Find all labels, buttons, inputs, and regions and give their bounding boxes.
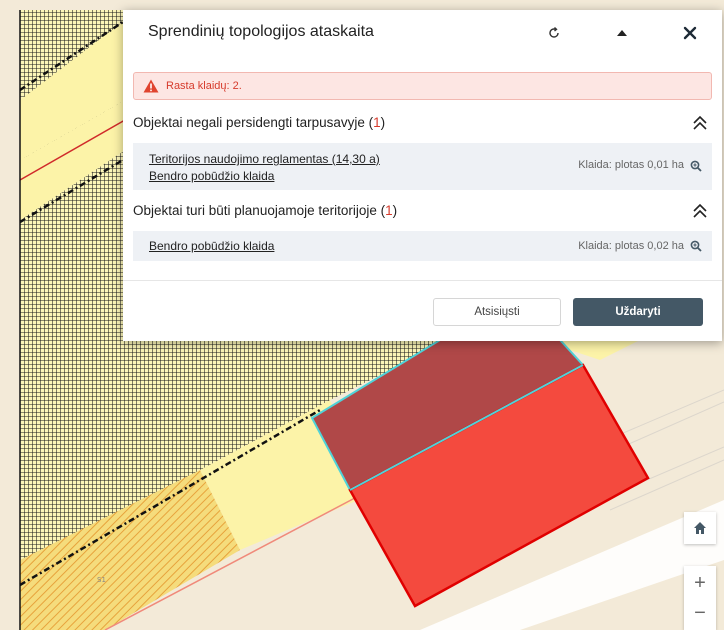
zoom-control: + −: [684, 566, 716, 630]
parcel-label: S1: [97, 576, 106, 584]
error-count: 1: [385, 203, 393, 218]
collapse-up-icon: [617, 30, 627, 36]
chevron-double-up-icon[interactable]: [690, 202, 710, 220]
home-button[interactable]: [684, 512, 716, 544]
close-dialog-button[interactable]: [676, 19, 704, 47]
alert-text: Rasta klaidų: 2.: [166, 80, 242, 92]
chevron-double-up-icon[interactable]: [690, 114, 710, 132]
home-icon: [694, 522, 706, 534]
error-row: Bendro pobūdžio klaida Klaida: plotas 0,…: [133, 231, 712, 261]
warning-icon: [143, 79, 159, 93]
refresh-button[interactable]: [540, 19, 568, 47]
error-area-text: Klaida: plotas 0,02 ha: [578, 240, 684, 252]
error-row: Teritorijos naudojimo reglamentas (14,30…: [133, 143, 712, 190]
refresh-icon: [549, 26, 559, 38]
error-link-reglament[interactable]: Teritorijos naudojimo reglamentas (14,30…: [149, 152, 380, 166]
section-title-text: Objektai turi būti planuojamoje teritori…: [133, 203, 377, 218]
dialog-header: Sprendinių topologijos ataskaita: [123, 10, 722, 56]
section-title-overlap: Objektai negali persidengti tarpusavyje …: [133, 115, 386, 130]
zoom-out-button[interactable]: −: [694, 598, 706, 628]
zoom-in-icon[interactable]: [690, 240, 702, 252]
dialog-title: Sprendinių topologijos ataskaita: [148, 23, 374, 40]
dialog-divider: [123, 280, 722, 281]
error-link-general[interactable]: Bendro pobūdžio klaida: [149, 239, 274, 253]
error-link-general[interactable]: Bendro pobūdžio klaida: [149, 169, 274, 183]
error-count: 1: [373, 115, 381, 130]
zoom-in-button[interactable]: +: [694, 568, 706, 598]
section-title-planned-area: Objektai turi būti planuojamoje teritori…: [133, 203, 398, 218]
collapse-dialog-button[interactable]: [608, 19, 636, 47]
topology-report-dialog: Sprendinių topologijos ataskaita Rasta k…: [123, 10, 722, 341]
close-button[interactable]: Uždaryti: [573, 298, 703, 326]
close-icon: [683, 26, 697, 40]
download-button[interactable]: Atsisiųsti: [433, 298, 561, 326]
error-alert: Rasta klaidų: 2.: [133, 72, 712, 100]
section-title-text: Objektai negali persidengti tarpusavyje: [133, 115, 365, 130]
error-area-text: Klaida: plotas 0,01 ha: [578, 159, 684, 171]
zoom-in-icon[interactable]: [690, 160, 702, 172]
